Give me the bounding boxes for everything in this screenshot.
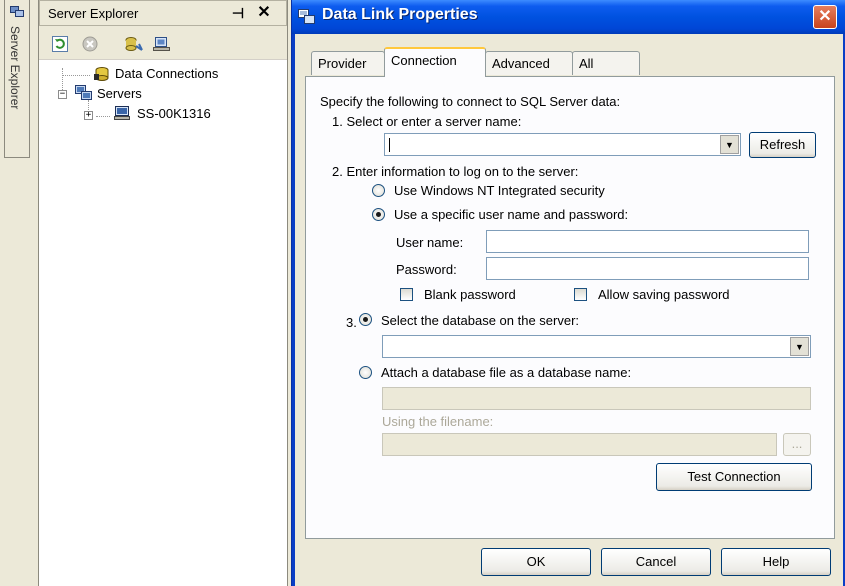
select-database-radio[interactable] [359, 313, 372, 326]
dialog-close-button[interactable]: ✕ [813, 5, 837, 29]
expand-icon[interactable]: + [84, 111, 93, 120]
data-link-properties-dialog: Data Link Properties ✕ Provider Connecti… [291, 0, 845, 586]
allow-saving-password-label: Allow saving password [598, 287, 730, 302]
windows-nt-security-radio[interactable] [372, 184, 385, 197]
close-icon[interactable]: ✕ [254, 4, 274, 22]
password-field[interactable] [486, 257, 809, 280]
blank-password-label: Blank password [424, 287, 516, 302]
database-icon [94, 67, 109, 81]
collapse-icon[interactable]: − [58, 90, 67, 99]
cancel-button[interactable]: Cancel [601, 548, 711, 576]
username-field[interactable] [486, 230, 809, 253]
password-label: Password: [396, 262, 457, 277]
server-explorer-icon [10, 6, 24, 17]
attach-database-label: Attach a database file as a database nam… [381, 365, 632, 380]
windows-nt-security-label: Use Windows NT Integrated security [394, 183, 605, 198]
connect-to-server-icon[interactable] [151, 34, 173, 54]
step3-number: 3. [346, 315, 357, 330]
pin-icon[interactable]: ⊣ [228, 4, 248, 22]
side-strip: Server Explorer [0, 0, 38, 586]
server-explorer-titlebar: Server Explorer ⊣ ✕ [39, 0, 287, 26]
ok-button[interactable]: OK [481, 548, 591, 576]
server-explorer-title: Server Explorer [48, 6, 139, 21]
chevron-down-icon[interactable]: ▼ [790, 337, 809, 356]
specific-user-radio[interactable] [372, 208, 385, 221]
tab-advanced[interactable]: Advanced [485, 51, 573, 75]
tree-item-label: SS-00K1316 [137, 106, 211, 121]
tab-provider[interactable]: Provider [311, 51, 385, 75]
blank-password-checkbox[interactable] [400, 288, 413, 301]
attach-database-name-field[interactable] [382, 387, 811, 410]
intro-text: Specify the following to connect to SQL … [320, 94, 621, 109]
connection-tab-panel: Specify the following to connect to SQL … [305, 76, 835, 539]
help-button[interactable]: Help [721, 548, 831, 576]
tree-connector [96, 116, 110, 117]
select-database-label: Select the database on the server: [381, 313, 580, 328]
dialog-body: Provider Connection Advanced All Specify… [295, 34, 843, 586]
tree-item-label: Servers [97, 86, 142, 101]
database-combobox[interactable]: ▼ [382, 335, 811, 358]
dialog-title: Data Link Properties [322, 6, 478, 23]
filename-field[interactable] [382, 433, 777, 456]
servers-icon [75, 85, 92, 100]
computer-icon [114, 106, 130, 120]
server-explorer-side-tab[interactable]: Server Explorer [4, 0, 30, 158]
side-tab-label: Server Explorer [8, 26, 22, 110]
step2-label: 2. Enter information to log on to the se… [332, 164, 579, 179]
server-explorer-tree: Data Connections − Servers + SS-00K1316 [39, 60, 287, 586]
username-label: User name: [396, 235, 464, 250]
test-connection-button[interactable]: Test Connection [656, 463, 812, 491]
refresh-button[interactable]: Refresh [749, 132, 816, 158]
data-link-icon [298, 9, 315, 24]
stop-icon[interactable] [79, 34, 101, 54]
allow-saving-password-checkbox[interactable] [574, 288, 587, 301]
text-caret [389, 138, 390, 152]
filename-label: Using the filename: [382, 414, 494, 429]
refresh-icon[interactable] [49, 34, 71, 54]
step1-label: 1. Select or enter a server name: [332, 114, 522, 129]
attach-database-radio[interactable] [359, 366, 372, 379]
tree-connector [62, 75, 90, 76]
tab-all[interactable]: All [572, 51, 640, 75]
server-explorer-toolbar [39, 26, 287, 60]
tab-connection[interactable]: Connection [384, 47, 486, 77]
tree-item-label: Data Connections [115, 66, 219, 81]
server-name-combobox[interactable]: ▼ [384, 133, 741, 156]
specific-user-label: Use a specific user name and password: [394, 207, 629, 222]
chevron-down-icon[interactable]: ▼ [720, 135, 739, 154]
dialog-titlebar[interactable]: Data Link Properties ✕ [292, 0, 845, 34]
server-explorer-panel: Server Explorer ⊣ ✕ Data Connections − S… [39, 0, 287, 586]
browse-button[interactable]: ... [783, 433, 811, 456]
connect-to-database-icon[interactable] [123, 34, 145, 54]
